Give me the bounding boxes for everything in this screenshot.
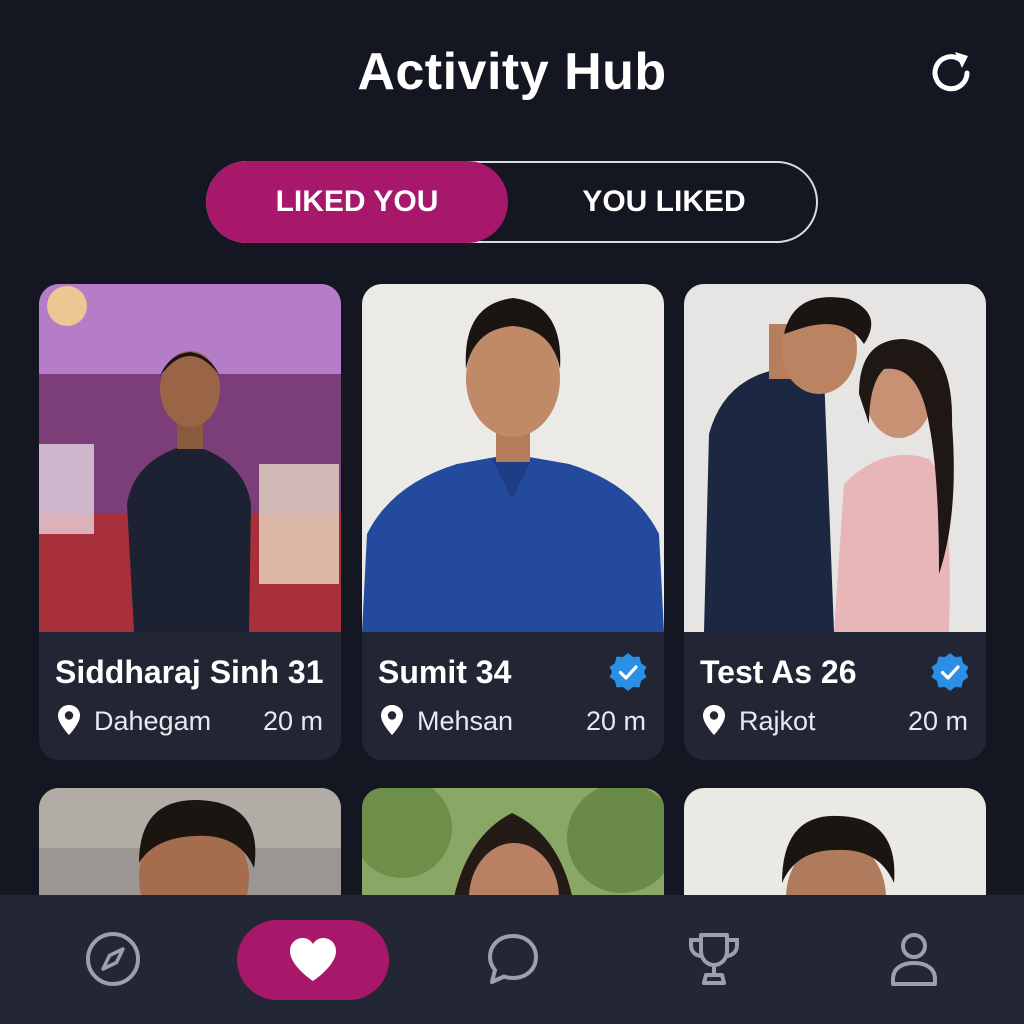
compass-icon[interactable] <box>83 929 143 989</box>
profile-distance: 20 m <box>262 706 323 736</box>
header: Activity Hub <box>0 0 1024 150</box>
refresh-icon[interactable] <box>924 46 978 100</box>
profile-name: Sumit 34 <box>378 654 512 690</box>
profile-city: Mehsan <box>417 706 514 736</box>
bottom-nav <box>0 895 1024 1024</box>
profile-icon[interactable] <box>884 929 944 989</box>
tab-switcher: LIKED YOU YOU LIKED <box>206 161 818 243</box>
profile-card[interactable]: Siddharaj Sinh 31 Dahegam 20 m <box>39 284 341 760</box>
profile-city: Dahegam <box>94 706 212 736</box>
nav-item-likes[interactable] <box>237 920 389 1000</box>
page-title: Activity Hub <box>357 43 667 101</box>
location-pin-icon <box>703 705 725 735</box>
profile-card[interactable]: Test As 26 Rajkot 20 m <box>684 284 986 760</box>
chat-icon[interactable] <box>483 929 543 989</box>
profile-photo <box>684 284 986 632</box>
location-pin-icon <box>381 705 403 735</box>
tab-you-liked[interactable]: YOU LIKED <box>508 161 820 243</box>
profile-name: Test As 26 <box>700 654 857 690</box>
location-pin-icon <box>58 705 80 735</box>
profile-photo <box>362 284 664 632</box>
verified-badge-icon <box>931 653 969 691</box>
profile-name: Siddharaj Sinh 31 <box>55 654 324 690</box>
tab-liked-you[interactable]: LIKED YOU <box>206 161 508 243</box>
heart-icon <box>290 938 336 981</box>
profile-city: Rajkot <box>739 706 816 736</box>
profile-distance: 20 m <box>585 706 646 736</box>
verified-badge-icon <box>609 653 647 691</box>
trophy-icon[interactable] <box>684 929 744 989</box>
profile-distance: 20 m <box>907 706 968 736</box>
profile-card[interactable]: Sumit 34 Mehsan 20 m <box>362 284 664 760</box>
profile-photo <box>39 284 341 632</box>
